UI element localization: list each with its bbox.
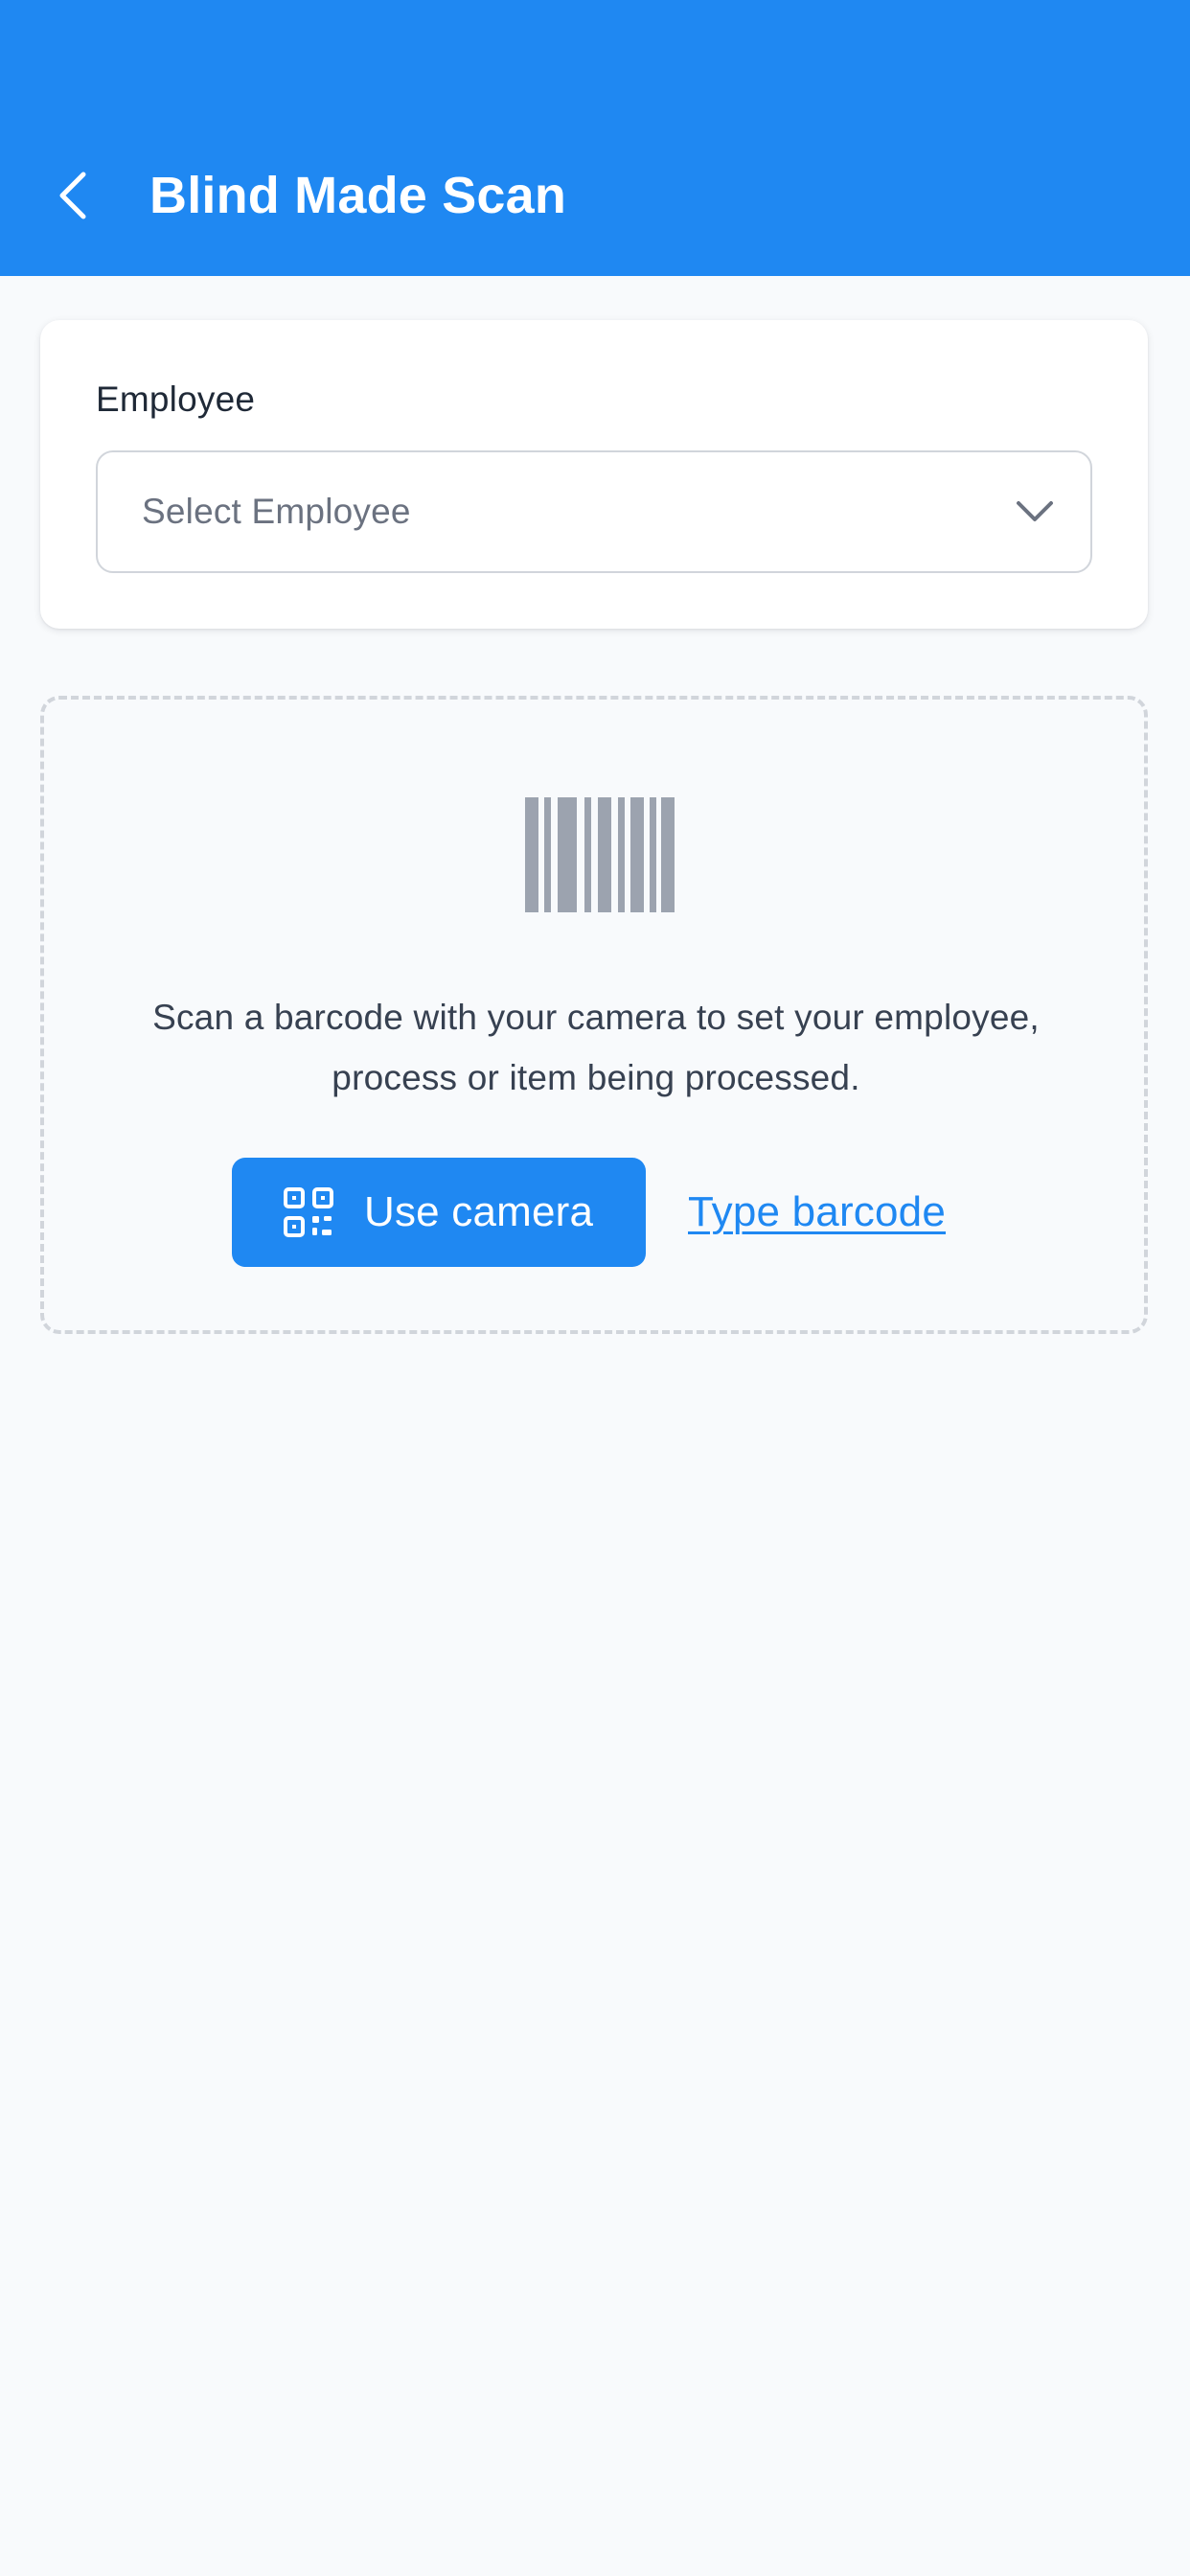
- app-header: Blind Made Scan: [0, 0, 1190, 276]
- scan-drop-zone: Scan a barcode with your camera to set y…: [40, 696, 1148, 1334]
- barcode-icon: [525, 797, 675, 912]
- employee-card: Employee Select Employee: [40, 320, 1148, 629]
- employee-select-placeholder: Select Employee: [142, 492, 411, 531]
- qr-code-icon: [284, 1187, 333, 1237]
- back-button[interactable]: [44, 161, 102, 230]
- employee-select[interactable]: Select Employee: [96, 450, 1092, 573]
- chevron-down-icon: [1014, 493, 1056, 531]
- type-barcode-link[interactable]: Type barcode: [688, 1158, 946, 1267]
- employee-label: Employee: [96, 380, 256, 419]
- page-title: Blind Made Scan: [149, 167, 567, 224]
- use-camera-button[interactable]: Use camera: [232, 1158, 646, 1267]
- scan-instructions: Scan a barcode with your camera to set y…: [152, 998, 1040, 1097]
- use-camera-label: Use camera: [364, 1188, 594, 1235]
- chevron-left-icon: [59, 172, 86, 219]
